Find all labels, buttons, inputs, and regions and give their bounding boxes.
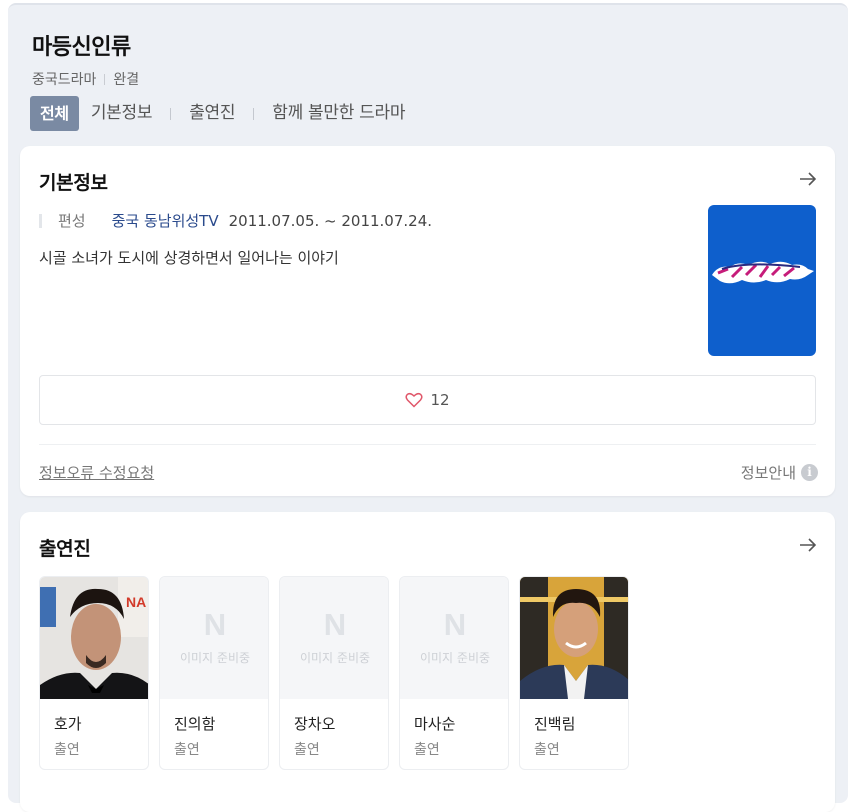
person-photo-icon: NA [40, 577, 148, 699]
section-title[interactable]: 기본정보 [39, 168, 108, 195]
drama-meta: 중국드라마 완결 [32, 69, 139, 89]
cast-name: 장차오 [294, 715, 336, 733]
cast-item[interactable]: 진백림 출연 [519, 576, 629, 770]
info-guide-button[interactable]: 정보안내 i [741, 462, 818, 483]
svg-text:NA: NA [126, 594, 146, 610]
section-title[interactable]: 출연진 [39, 534, 91, 561]
placeholder-text: 이미지 준비중 [419, 651, 491, 665]
cast-name: 진백림 [534, 715, 576, 733]
synopsis: 시골 소녀가 도시에 상경하면서 일어나는 이야기 [39, 249, 339, 267]
status-text: 완결 [113, 72, 140, 88]
naver-logo-icon: N [323, 607, 347, 642]
page-container: 마등신인류 중국드라마 완결 전체 기본정보 출연진 함께 볼만한 드라마 기본정… [8, 3, 848, 812]
arrow-right-icon[interactable] [798, 170, 818, 188]
arrow-right-icon[interactable] [798, 536, 818, 554]
poster-logo-icon [712, 261, 814, 284]
broadcast-label: 편성 [58, 212, 86, 230]
tab-divider [170, 107, 172, 120]
cast-photo-placeholder: N 이미지 준비중 [160, 577, 268, 699]
cast-photo-placeholder: N 이미지 준비중 [280, 577, 388, 699]
heart-icon [405, 392, 424, 408]
cast-item[interactable]: N 이미지 준비중 마사순 출연 [399, 576, 509, 770]
placeholder-text: 이미지 준비중 [299, 651, 371, 665]
broadcast-info: 편성 중국 동남위성TV 2011.07.05. ~ 2011.07.24. [39, 210, 432, 231]
page-title: 마등신인류 [32, 35, 131, 60]
drama-header: 마등신인류 중국드라마 완결 [32, 29, 139, 88]
basic-info-card: 기본정보 편성 중국 동남위성TV 2011.07.05. ~ 2011.07.… [20, 146, 835, 496]
cast-role: 출연 [414, 742, 440, 758]
placeholder-text: 이미지 준비중 [179, 651, 251, 665]
person-photo-icon [520, 577, 628, 699]
like-count: 12 [430, 391, 450, 409]
tab-bar: 전체 기본정보 출연진 함께 볼만한 드라마 [30, 96, 417, 131]
cast-role: 출연 [294, 742, 320, 758]
cast-role: 출연 [54, 742, 80, 758]
cast-photo: NA [40, 577, 148, 699]
cast-role: 출연 [534, 742, 560, 758]
naver-logo-icon: N [203, 607, 227, 642]
info-icon: i [801, 464, 818, 481]
tab-basic-info[interactable]: 기본정보 [79, 96, 164, 131]
channel-link[interactable]: 중국 동남위성TV [112, 210, 219, 231]
cast-photo [520, 577, 628, 699]
like-button[interactable]: 12 [39, 375, 816, 425]
cast-photo-placeholder: N 이미지 준비중 [400, 577, 508, 699]
info-marker [39, 213, 42, 228]
divider [39, 444, 816, 445]
cast-name: 마사순 [414, 715, 456, 733]
cast-card: 출연진 NA 호가 출연 N 이미지 준비중 진의함 출연 N 이미지 준비중 … [20, 512, 835, 812]
cast-name: 호가 [54, 715, 82, 733]
cast-role: 출연 [174, 742, 200, 758]
report-error-link[interactable]: 정보오류 수정요청 [39, 462, 154, 483]
cast-name: 진의함 [174, 715, 216, 733]
cast-item[interactable]: NA 호가 출연 [39, 576, 149, 770]
cast-list: NA 호가 출연 N 이미지 준비중 진의함 출연 N 이미지 준비중 장차오 … [39, 576, 639, 770]
cast-item[interactable]: N 이미지 준비중 장차오 출연 [279, 576, 389, 770]
tab-recommended[interactable]: 함께 볼만한 드라마 [260, 96, 417, 131]
meta-divider [104, 74, 106, 85]
naver-logo-icon: N [443, 607, 467, 642]
tab-cast[interactable]: 출연진 [177, 96, 247, 131]
broadcast-date: 2011.07.05. ~ 2011.07.24. [228, 211, 433, 230]
drama-poster[interactable] [708, 205, 816, 356]
tab-all[interactable]: 전체 [30, 96, 79, 131]
cast-item[interactable]: N 이미지 준비중 진의함 출연 [159, 576, 269, 770]
tab-divider [253, 107, 255, 120]
category-text: 중국드라마 [32, 72, 97, 88]
info-guide-label: 정보안내 [740, 464, 796, 482]
